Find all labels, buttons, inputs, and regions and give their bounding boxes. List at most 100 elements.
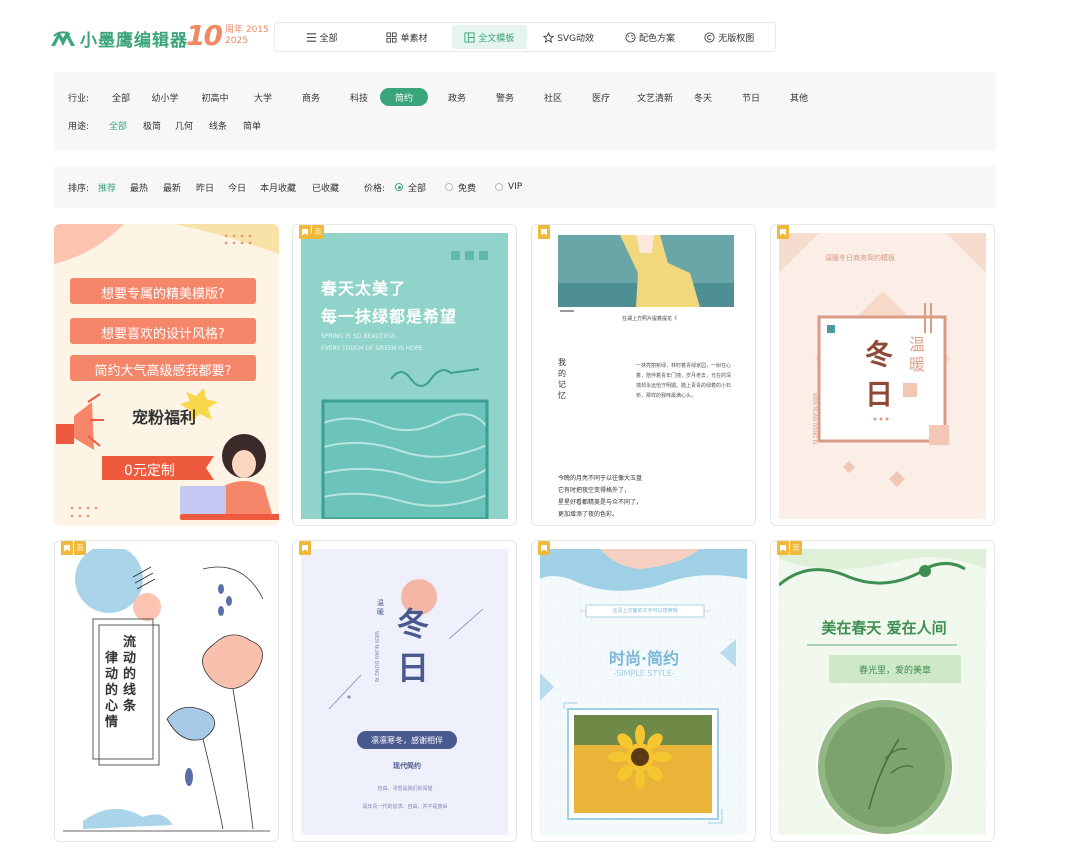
card-text: 简约大气高级感我都要? — [94, 364, 232, 379]
industry-chip[interactable]: 大学 — [248, 88, 278, 106]
winter-blue-illustration — [301, 549, 508, 835]
template-card[interactable]: 温暖冬日商务简约模板 冬 日 温 暖 WEN NUAN DONG RI — [770, 224, 995, 526]
sort-yesterday[interactable]: 昨日 — [196, 180, 214, 194]
price-option-vip[interactable]: VIP — [495, 180, 522, 194]
flower-line-illustration — [63, 549, 270, 832]
nav-single-material[interactable]: 单素材 — [364, 25, 449, 49]
copyright-icon — [704, 31, 715, 43]
usage-chip[interactable]: 极简 — [140, 116, 164, 134]
card-text: 律动的心情 — [105, 651, 119, 730]
card-text: 时尚·简约 — [608, 649, 680, 668]
industry-chip[interactable]: 社区 — [538, 88, 568, 106]
bookmark-badge-icon — [538, 541, 550, 555]
usage-chip[interactable]: 几何 — [172, 116, 196, 134]
industry-label: 行业: — [68, 93, 90, 104]
template-card[interactable]: 想要专属的精美模版? 想要喜欢的设计风格? 简约大气高级感我都要? 宠粉福利 0… — [54, 224, 279, 526]
card-text: 更加增添了夜的色彩。 — [558, 511, 619, 518]
palette-icon — [625, 31, 636, 43]
industry-filter-row: 行业: 全部 幼小学 初高中 大学 商务 科技 简约 政务 警务 社区 医疗 文… — [68, 88, 988, 106]
industry-chip[interactable]: 其他 — [784, 88, 814, 106]
card-text: 日 — [865, 378, 894, 411]
industry-chip[interactable]: 商务 — [296, 88, 326, 106]
card-badges: 页 — [299, 225, 325, 239]
radio-checked-icon — [395, 183, 403, 191]
card-text: 想要专属的精美模版? — [101, 287, 225, 302]
card-thumbnail: 温暖 冬 日 WEN NUAN DONG RI 凛凛寒冬，感谢相伴 现代简约 自… — [301, 549, 508, 835]
sort-recommended[interactable]: 推荐 — [98, 180, 116, 194]
card-text: 在清上方面的文字可以替换哦 — [612, 608, 678, 614]
template-card[interactable]: 在湖上方照片提着提花《 我的记忆 一抹亮丽新绿，林时着青绿家园，一树在心着，陪伴… — [531, 224, 756, 526]
card-text: 凛凛寒冬，感谢相伴 — [371, 736, 443, 745]
star-icon — [543, 31, 555, 43]
grid-icon — [386, 31, 397, 43]
template-icon — [464, 31, 475, 43]
bookmark-badge-icon — [61, 541, 73, 555]
industry-chip[interactable]: 警务 — [490, 88, 520, 106]
card-text: 每一抹绿都是希望 — [321, 307, 458, 326]
nav-color-scheme[interactable]: 配色方案 — [610, 25, 689, 49]
card-text: 星星好看都精美是与众不同了， — [558, 499, 643, 506]
anniversary-year-start: 周年 2015 — [224, 25, 269, 35]
card-text: 宠粉福利 — [132, 408, 197, 427]
industry-chip[interactable]: 文艺清新 — [630, 88, 680, 106]
card-text: EVERY TOUCH OF GREEN IS HOPE — [321, 345, 423, 352]
card-text: 自由、寻觅是我们的渴望 — [377, 786, 433, 792]
anniversary-number: 10 — [186, 19, 223, 52]
industry-chip[interactable]: 医疗 — [586, 88, 616, 106]
sort-month-favorites[interactable]: 本月收藏 — [260, 180, 296, 194]
category-nav: 全部 单素材 全文模板 SVG动效 配色方案 无版权图 — [274, 22, 776, 52]
usage-chip[interactable]: 线条 — [206, 116, 230, 134]
template-card[interactable]: 温暖 冬 日 WEN NUAN DONG RI 凛凛寒冬，感谢相伴 现代简约 自… — [292, 540, 517, 842]
bookmark-badge-icon — [299, 225, 311, 239]
sort-label: 排序: — [68, 183, 90, 194]
usage-chip-active[interactable]: 全部 — [106, 116, 130, 134]
industry-chip[interactable]: 政务 — [442, 88, 472, 106]
card-text: WEN NUAN DONG RI — [811, 393, 817, 445]
industry-chip[interactable]: 冬天 — [688, 88, 718, 106]
card-thumbnail: 在湖上方照片提着提花《 我的记忆 一抹亮丽新绿，林时着青绿家园，一树在心着，陪伴… — [540, 233, 747, 519]
spring-love-illustration — [779, 549, 986, 835]
header: 小墨鹰编辑器 10 周年 2015 2025 全部 单素材 全文模板 SVG动效… — [0, 0, 1080, 72]
industry-chip[interactable]: 全部 — [106, 88, 136, 106]
card-thumbnail: 美在春天 爱在人间 春光里，爱的美章 — [779, 549, 986, 835]
nav-all[interactable]: 全部 — [281, 25, 362, 49]
template-card[interactable]: 页 美在春天 爱在人间 春光里，爱的美章 — [770, 540, 995, 842]
industry-chip[interactable]: 初高中 — [196, 88, 234, 106]
price-option-free[interactable]: 免费 — [445, 180, 476, 194]
card-text: 想要喜欢的设计风格? — [101, 327, 225, 342]
nav-full-template[interactable]: 全文模板 — [451, 25, 527, 49]
card-thumbnail: 春天太美了 每一抹绿都是希望 SPRING IS SO BEAUTIFUL EV… — [301, 233, 508, 519]
card-text: 流动的线条 — [123, 635, 137, 714]
nav-copyright-free-images[interactable]: 无版权图 — [692, 25, 767, 49]
card-badges: 页 — [777, 541, 803, 555]
card-text: 暖 — [909, 355, 926, 374]
card-badges — [777, 225, 790, 239]
sort-newest[interactable]: 最新 — [163, 180, 181, 194]
industry-chip-active[interactable]: 简约 — [380, 88, 428, 106]
card-badges — [538, 541, 551, 555]
page-badge: 页 — [790, 541, 802, 555]
template-card[interactable]: 页 流动的线条 律动的心情 — [54, 540, 279, 842]
industry-chip[interactable]: 节日 — [736, 88, 766, 106]
sort-today[interactable]: 今日 — [228, 180, 246, 194]
card-text: 春天太美了 — [321, 279, 407, 298]
card-text: 我的记忆 — [558, 358, 566, 400]
bookmark-badge-icon — [299, 541, 311, 555]
card-thumbnail: 温暖冬日商务简约模板 冬 日 温 暖 WEN NUAN DONG RI — [779, 233, 986, 519]
logo-text: 小墨鹰编辑器 — [80, 31, 188, 51]
template-card[interactable]: 在清上方面的文字可以替换哦 时尚·简约 -SIMPLE STYLE- — [531, 540, 756, 842]
industry-chip[interactable]: 幼小学 — [146, 88, 184, 106]
card-text: SPRING IS SO BEAUTIFUL — [321, 333, 397, 340]
card-thumbnail: 在清上方面的文字可以替换哦 时尚·简约 -SIMPLE STYLE- — [540, 549, 747, 835]
usage-label: 用途: — [68, 121, 90, 132]
sort-hottest[interactable]: 最热 — [130, 180, 148, 194]
nav-svg-animation[interactable]: SVG动效 — [529, 25, 608, 49]
template-card[interactable]: 页 春天太美了 每一抹绿都是希望 SPRING IS SO BEAUTIFUL … — [292, 224, 517, 526]
card-text: 今晚的月亮不同于以往像大玉盘 — [558, 475, 643, 482]
industry-chip[interactable]: 科技 — [344, 88, 374, 106]
usage-chip[interactable]: 简单 — [240, 116, 264, 134]
sort-favorited[interactable]: 已收藏 — [312, 180, 339, 194]
price-option-all[interactable]: 全部 — [395, 180, 426, 194]
logo[interactable]: 小墨鹰编辑器 — [50, 26, 188, 51]
bookmark-badge-icon — [777, 225, 789, 239]
